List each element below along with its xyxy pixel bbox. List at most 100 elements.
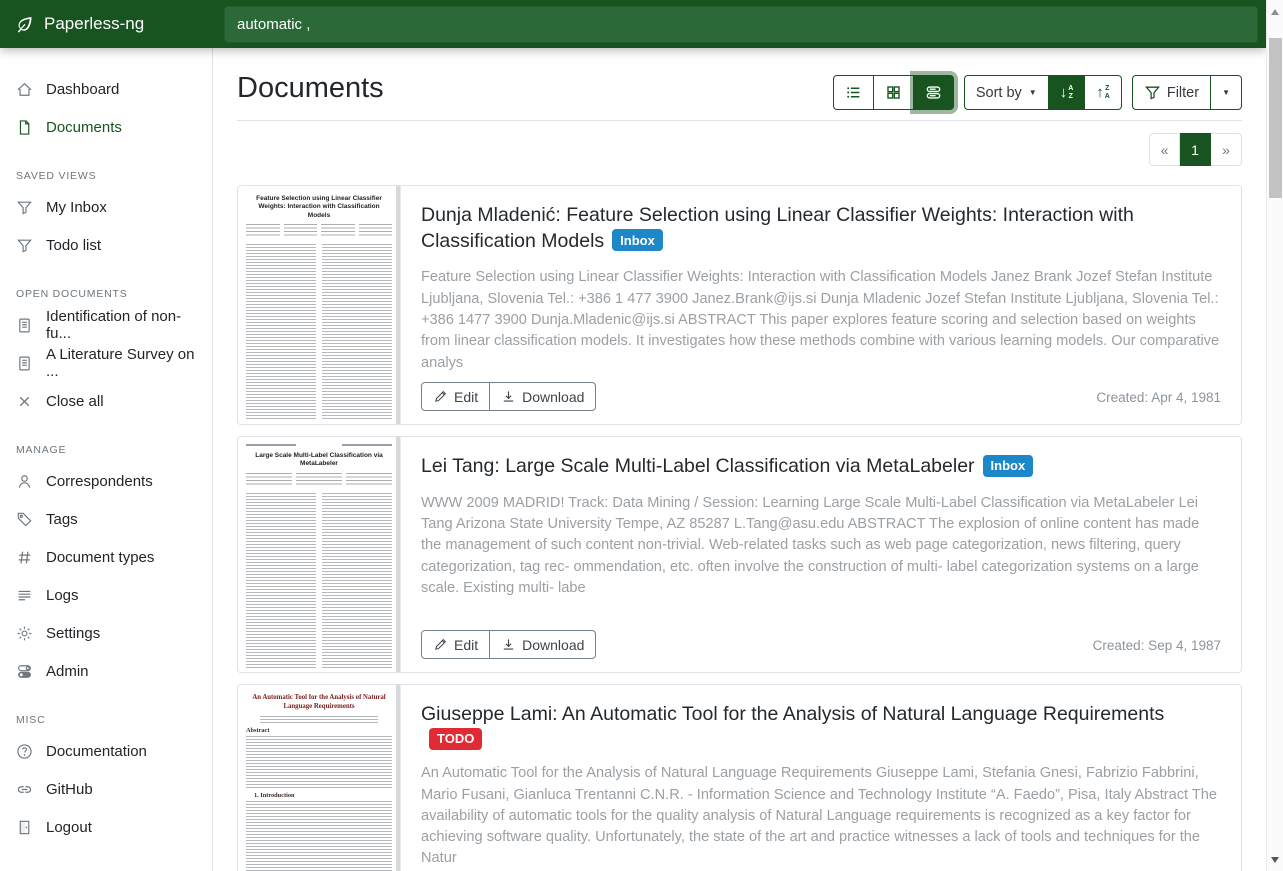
grid-view-icon [885,84,902,101]
app-brand-label: Paperless-ng [44,14,144,34]
top-navbar: Paperless-ng [0,0,1266,48]
sidebar-item-my-inbox[interactable]: My Inbox [0,188,212,226]
filter-icon [16,199,33,216]
sidebar-item-settings[interactable]: Settings [0,614,212,652]
document-title-link[interactable]: Giuseppe Lami: An Automatic Tool for the… [421,703,1164,725]
created-date: Created: Sep 4, 1987 [1093,638,1221,659]
document-excerpt: An Automatic Tool for the Analysis of Na… [421,763,1221,869]
sidebar-item-label: Document types [46,549,154,566]
sidebar-item-documentation[interactable]: Documentation [0,732,212,770]
pagination-next-button[interactable]: » [1211,133,1242,166]
document-thumbnail[interactable]: Feature Selection using Linear Classifie… [238,186,401,424]
filter-icon [16,237,33,254]
thumbnail-title: Feature Selection using Linear Classifie… [248,195,390,220]
sidebar-section-header: MISC [0,714,212,726]
card-actions: Edit Download [421,382,596,411]
open-doc-icon [16,317,33,334]
app-brand[interactable]: Paperless-ng [0,0,213,48]
sidebar-item-logout[interactable]: Logout [0,808,212,846]
filter-icon [1144,84,1161,101]
toolbar: Sort by ▼ ↓AZ ↑ZA Filter ▼ [833,75,1242,110]
grid-view-button[interactable] [874,75,914,110]
scrollbar-down-arrow[interactable] [1271,857,1279,863]
filter-dropdown-button[interactable]: ▼ [1211,75,1242,110]
sidebar-nav: Dashboard Documents SAVED VIEWS My Inbox… [0,70,212,846]
sidebar-item-label: Identification of non-fu... [46,308,196,342]
filter-button[interactable]: Filter [1132,75,1211,110]
sidebar-item-todo-list[interactable]: Todo list [0,226,212,264]
sidebar-item-identification-of-non-fu[interactable]: Identification of non-fu... [0,306,212,344]
sort-asc-button[interactable]: ↓AZ [1049,75,1086,110]
detail-view-button[interactable] [914,75,954,110]
sidebar-section-header: OPEN DOCUMENTS [0,288,212,300]
sidebar-item-document-types[interactable]: Document types [0,538,212,576]
search-input[interactable] [224,6,1258,43]
edit-button[interactable]: Edit [421,630,490,659]
document-thumbnail[interactable]: An Automatic Tool for the Analysis of Na… [238,685,401,871]
pagination-page-1-button[interactable]: 1 [1180,133,1211,166]
download-button[interactable]: Download [490,630,596,659]
sort-alpha-up-icon: ↑ZA [1096,85,1110,100]
logs-icon [16,587,33,604]
sort-by-label: Sort by [976,85,1022,101]
help-icon [16,743,33,760]
gear-icon [16,625,33,642]
sidebar-section-header: SAVED VIEWS [0,170,212,182]
edit-label: Edit [454,389,478,405]
sidebar-item-label: GitHub [46,781,93,798]
detail-view-icon [925,84,942,101]
pencil-icon [433,637,448,652]
document-card: Feature Selection using Linear Classifie… [237,185,1242,425]
close-icon [16,393,33,410]
tag-badge[interactable]: Inbox [983,455,1034,477]
sort-desc-button[interactable]: ↑ZA [1085,75,1122,110]
sidebar-item-a-literature-survey-on[interactable]: A Literature Survey on ... [0,344,212,382]
main-content: Documents [213,48,1266,871]
logout-icon [16,819,33,836]
view-toggle-group [833,75,954,110]
pagination: « 1 » [237,133,1242,166]
tag-badge[interactable]: TODO [429,728,482,750]
edit-button[interactable]: Edit [421,382,490,411]
pagination-prev-button[interactable]: « [1149,133,1180,166]
document-title-link[interactable]: Dunja Mladenić: Feature Selection using … [421,204,1134,252]
tag-badge[interactable]: Inbox [612,229,663,251]
card-actions: Edit Download [421,630,596,659]
sidebar-item-close-all[interactable]: Close all [0,382,212,420]
download-icon [501,637,516,652]
thumbnail-title: Large Scale Multi-Label Classification v… [248,452,390,469]
admin-icon [16,663,33,680]
sidebar-item-tags[interactable]: Tags [0,500,212,538]
sidebar-item-admin[interactable]: Admin [0,652,212,690]
document-excerpt: WWW 2009 MADRID! Track: Data Mining / Se… [421,493,1221,599]
sidebar-item-label: Documents [46,119,122,136]
sort-by-button[interactable]: Sort by ▼ [964,75,1049,110]
created-date: Created: Apr 4, 1981 [1096,390,1221,411]
browser-scrollbar[interactable] [1266,0,1283,871]
document-thumbnail[interactable]: Large Scale Multi-Label Classification v… [238,437,401,672]
sidebar-item-dashboard[interactable]: Dashboard [0,70,212,108]
scrollbar-thumb[interactable] [1269,38,1282,198]
document-card: Large Scale Multi-Label Classification v… [237,436,1242,673]
sidebar-item-documents[interactable]: Documents [0,108,212,146]
file-icon [16,119,33,136]
sidebar-section-header: MANAGE [0,444,212,456]
sort-alpha-down-icon: ↓AZ [1060,85,1074,100]
document-title-link[interactable]: Lei Tang: Large Scale Multi-Label Classi… [421,455,975,477]
download-button[interactable]: Download [490,382,596,411]
sidebar-item-label: Dashboard [46,81,119,98]
sidebar-item-github[interactable]: GitHub [0,770,212,808]
sidebar-item-correspondents[interactable]: Correspondents [0,462,212,500]
chevron-down-icon: ▼ [1029,88,1037,97]
sidebar-item-label: Logout [46,819,92,836]
sidebar-item-label: Correspondents [46,473,153,490]
filter-label: Filter [1167,85,1199,101]
sidebar-item-label: Todo list [46,237,101,254]
scrollbar-up-arrow[interactable] [1271,9,1279,15]
home-icon [16,81,33,98]
link-icon [16,781,33,798]
sidebar-item-label: Admin [46,663,89,680]
sidebar-item-logs[interactable]: Logs [0,576,212,614]
document-list: Feature Selection using Linear Classifie… [237,185,1242,871]
list-view-button[interactable] [833,75,874,110]
